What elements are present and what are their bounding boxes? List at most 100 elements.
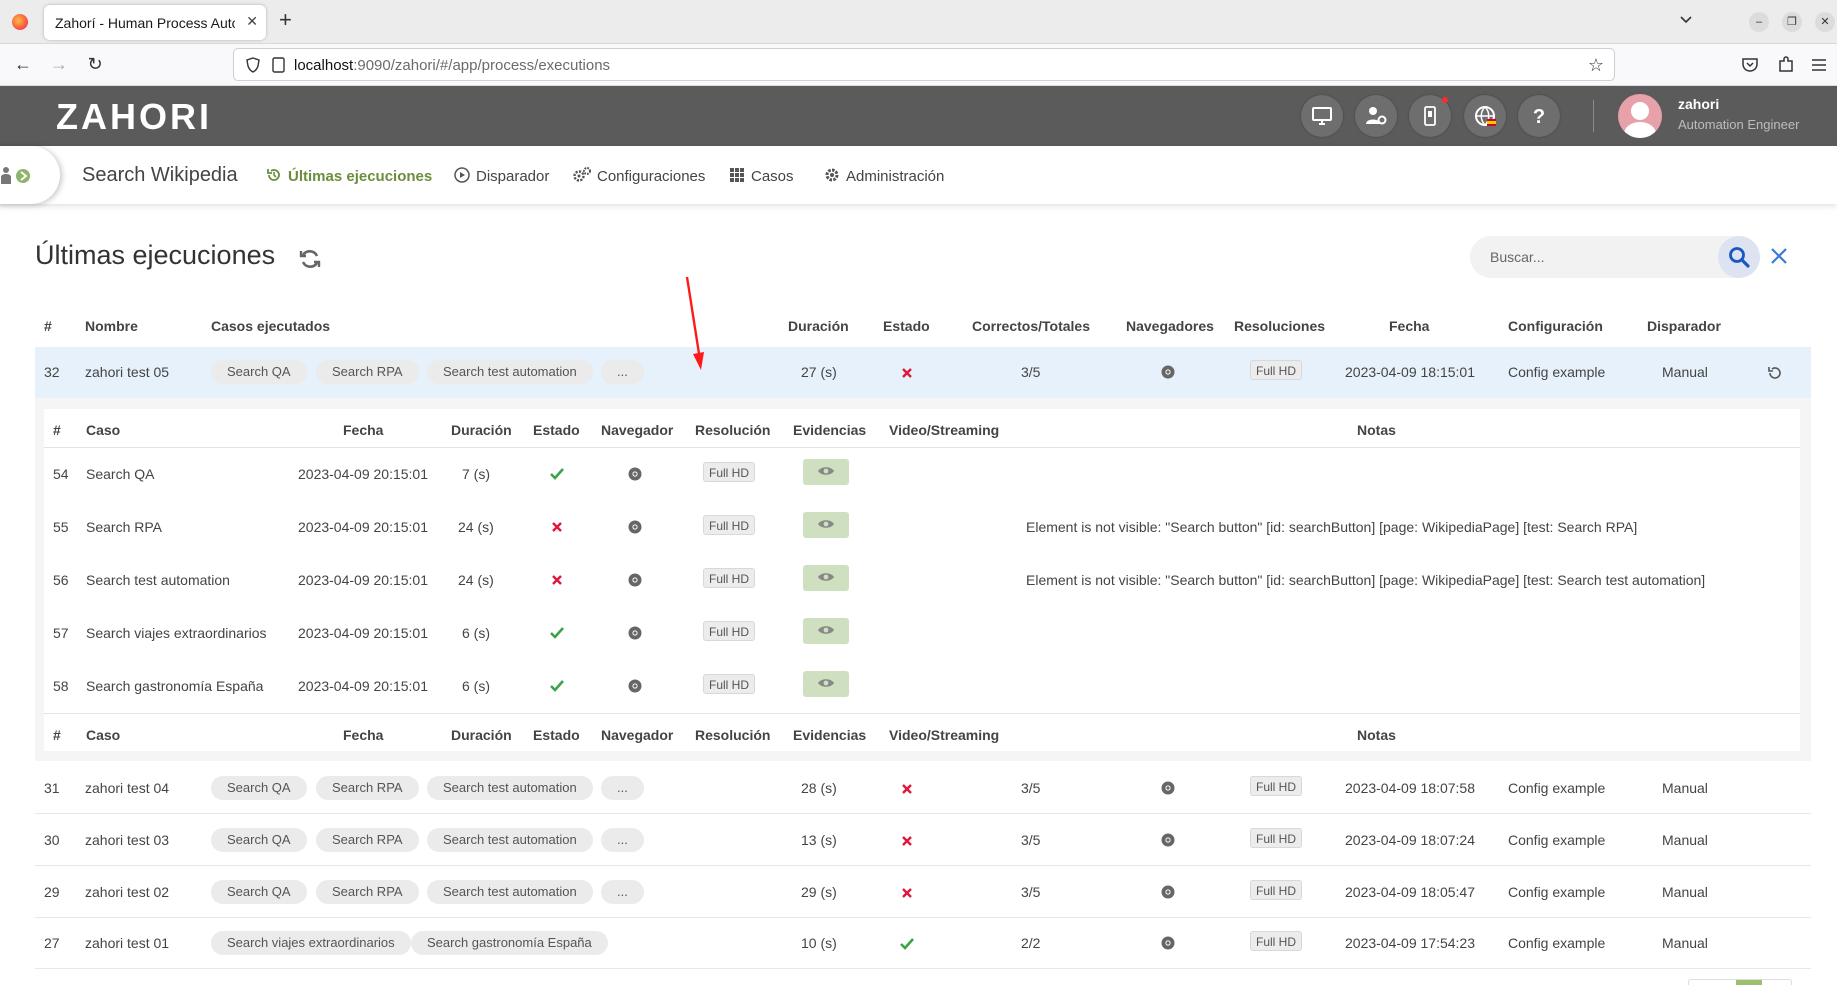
col-header-resoluciones[interactable]: Resoluciones bbox=[1234, 318, 1325, 334]
view-evidence-button[interactable] bbox=[803, 618, 849, 644]
page-icon[interactable] bbox=[272, 57, 285, 73]
search-button[interactable] bbox=[1718, 236, 1760, 278]
eye-icon bbox=[818, 626, 834, 634]
row-duration: 28 (s) bbox=[801, 780, 837, 796]
view-evidence-button[interactable] bbox=[803, 512, 849, 538]
case-row[interactable]: 56 Search test automation 2023-04-09 20:… bbox=[44, 554, 1800, 607]
tab-casos[interactable]: Casos bbox=[729, 167, 794, 185]
case-chip[interactable]: Search test automation bbox=[427, 880, 593, 904]
case-row[interactable]: 57 Search viajes extraordinarios 2023-04… bbox=[44, 607, 1800, 660]
user-gear-icon[interactable] bbox=[1355, 95, 1397, 137]
fail-icon bbox=[902, 368, 912, 378]
case-chip[interactable]: Search RPA bbox=[316, 360, 419, 384]
refresh-icon[interactable] bbox=[298, 247, 322, 271]
case-chip[interactable]: Search test automation bbox=[427, 828, 593, 852]
case-row[interactable]: 58 Search gastronomía España 2023-04-09 … bbox=[44, 660, 1800, 713]
forward-icon[interactable]: → bbox=[48, 54, 70, 76]
chrome-icon bbox=[1161, 885, 1175, 899]
case-row[interactable]: 55 Search RPA 2023-04-09 20:15:01 24 (s)… bbox=[44, 501, 1800, 554]
col-header-casos[interactable]: Casos ejecutados bbox=[211, 318, 330, 334]
case-chip[interactable]: Search RPA bbox=[316, 776, 419, 800]
tab-label: Disparador bbox=[476, 168, 550, 185]
row-ratio: 3/5 bbox=[1021, 780, 1041, 796]
url-bar[interactable]: localhost:9090/zahori/#/app/process/exec… bbox=[233, 48, 1615, 81]
restore-icon[interactable]: ❐ bbox=[1782, 12, 1802, 32]
table-row[interactable]: 27 zahori test 01 Search viajes extraord… bbox=[35, 918, 1811, 969]
table-row[interactable]: 30 zahori test 03 Search QA Search RPA S… bbox=[35, 815, 1811, 866]
view-evidence-button[interactable] bbox=[803, 459, 849, 485]
view-evidence-button[interactable] bbox=[803, 565, 849, 591]
monitor-icon[interactable] bbox=[1301, 95, 1343, 137]
table-row[interactable]: 31 zahori test 04 Search QA Search RPA S… bbox=[35, 763, 1811, 814]
mobile-icon[interactable] bbox=[1409, 95, 1451, 137]
row-trigger: Manual bbox=[1662, 832, 1708, 848]
pocket-icon[interactable] bbox=[1740, 55, 1760, 75]
case-col-footer-notas: Notas bbox=[1357, 727, 1396, 743]
case-row[interactable]: 54 Search QA 2023-04-09 20:15:01 7 (s) F… bbox=[44, 448, 1800, 501]
url-text[interactable]: localhost:9090/zahori/#/app/process/exec… bbox=[294, 57, 610, 74]
bookmark-star-icon[interactable]: ☆ bbox=[1588, 55, 1604, 76]
history-icon bbox=[267, 169, 280, 181]
window-close-icon[interactable]: ✕ bbox=[1815, 12, 1835, 32]
tab-administracion[interactable]: Administración bbox=[824, 167, 944, 185]
process-drawer-toggle[interactable] bbox=[0, 146, 60, 204]
col-header-fecha[interactable]: Fecha bbox=[1389, 318, 1429, 334]
col-header-id[interactable]: # bbox=[44, 318, 52, 334]
minimize-icon[interactable]: – bbox=[1749, 12, 1769, 32]
more-cases-chip[interactable]: ... bbox=[601, 880, 644, 904]
reload-icon[interactable]: ↻ bbox=[84, 54, 106, 76]
close-icon[interactable] bbox=[1767, 244, 1791, 268]
table-row[interactable]: 32 zahori test 05 Search QA Search RPA S… bbox=[35, 347, 1811, 398]
case-chip[interactable]: Search test automation bbox=[427, 776, 593, 800]
tab-label: Casos bbox=[751, 168, 794, 185]
case-chip[interactable]: Search gastronomía España bbox=[411, 931, 608, 955]
col-header-duracion[interactable]: Duración bbox=[788, 318, 849, 334]
extensions-icon[interactable] bbox=[1776, 55, 1796, 75]
row-trigger: Manual bbox=[1662, 935, 1708, 951]
pagination[interactable] bbox=[1688, 979, 1792, 985]
case-chip[interactable]: Search RPA bbox=[316, 880, 419, 904]
case-chip[interactable]: Search test automation bbox=[427, 360, 593, 384]
case-col-footer-navegador: Navegador bbox=[601, 727, 674, 743]
more-cases-chip[interactable]: ... bbox=[601, 360, 644, 384]
col-header-nombre[interactable]: Nombre bbox=[85, 318, 138, 334]
chrome-icon bbox=[628, 520, 642, 534]
more-cases-chip[interactable]: ... bbox=[601, 776, 644, 800]
chevron-down-icon[interactable] bbox=[1679, 12, 1693, 26]
shield-icon[interactable] bbox=[246, 57, 260, 73]
globe-language-icon[interactable] bbox=[1464, 95, 1506, 137]
row-date: 2023-04-09 18:15:01 bbox=[1345, 364, 1475, 380]
search-input[interactable] bbox=[1490, 247, 1690, 267]
browser-tab[interactable]: Zahorí - Human Process Auto ✕ bbox=[44, 5, 266, 40]
row-config: Config example bbox=[1508, 364, 1606, 380]
col-header-configuracion[interactable]: Configuración bbox=[1508, 318, 1603, 334]
new-tab-icon[interactable]: + bbox=[279, 9, 292, 31]
table-row[interactable]: 29 zahori test 02 Search QA Search RPA S… bbox=[35, 867, 1811, 918]
case-col-footer-caso: Caso bbox=[86, 727, 121, 743]
case-chip[interactable]: Search QA bbox=[211, 828, 307, 852]
tab-ultimas-ejecuciones[interactable]: Últimas ejecuciones bbox=[266, 167, 432, 185]
rerun-icon[interactable] bbox=[1767, 365, 1783, 381]
col-header-correctos[interactable]: Correctos/Totales bbox=[972, 318, 1090, 334]
close-tab-icon[interactable]: ✕ bbox=[246, 13, 258, 30]
app-logo[interactable]: ZAHORI bbox=[56, 96, 212, 138]
process-menu-bar: Search Wikipedia Últimas ejecuciones Dis… bbox=[0, 146, 1837, 204]
menu-icon[interactable] bbox=[1809, 55, 1829, 75]
col-header-estado[interactable]: Estado bbox=[883, 318, 930, 334]
case-col-header-duracion: Duración bbox=[451, 422, 512, 438]
avatar[interactable] bbox=[1618, 94, 1662, 138]
tab-configuraciones[interactable]: Configuraciones bbox=[573, 167, 705, 185]
case-chip[interactable]: Search QA bbox=[211, 776, 307, 800]
help-icon[interactable]: ? bbox=[1518, 95, 1560, 137]
case-chip[interactable]: Search QA bbox=[211, 360, 307, 384]
case-chip[interactable]: Search RPA bbox=[316, 828, 419, 852]
view-evidence-button[interactable] bbox=[803, 671, 849, 697]
back-icon[interactable]: ← bbox=[12, 54, 34, 76]
tab-disparador[interactable]: Disparador bbox=[454, 167, 549, 185]
col-header-disparador[interactable]: Disparador bbox=[1647, 318, 1721, 334]
page-button-active[interactable] bbox=[1736, 980, 1762, 985]
case-chip[interactable]: Search viajes extraordinarios bbox=[211, 931, 411, 955]
more-cases-chip[interactable]: ... bbox=[601, 828, 644, 852]
col-header-navegadores[interactable]: Navegadores bbox=[1126, 318, 1214, 334]
case-chip[interactable]: Search QA bbox=[211, 880, 307, 904]
